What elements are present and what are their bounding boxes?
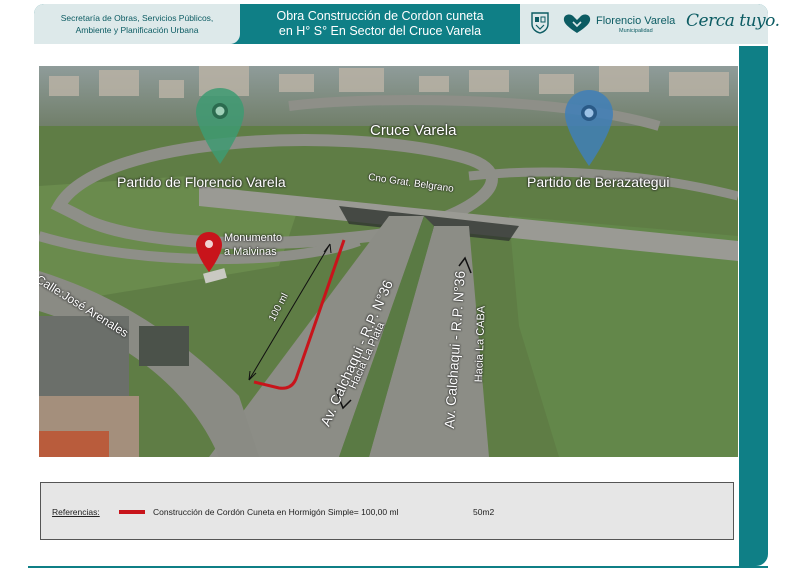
brand-subtitle: Municipalidad: [619, 28, 653, 34]
legend-swatch: [119, 510, 145, 514]
side-band: [739, 46, 768, 566]
references-description: Construcción de Cordón Cuneta en Hormigó…: [153, 507, 399, 517]
org-box: Secretaría de Obras, Servicios Públicos,…: [34, 4, 240, 44]
org-line-1: Secretaría de Obras, Servicios Públicos,: [60, 13, 214, 23]
bottom-rule: [28, 566, 768, 568]
org-line-2: Ambiente y Planificación Urbana: [75, 25, 199, 35]
title-line-1: Obra Construcción de Cordon cuneta: [276, 9, 484, 23]
label-partido-left: Partido de Florencio Varela: [117, 174, 286, 190]
heart-hands-icon: [563, 14, 591, 33]
label-monumento-2: a Malvinas: [224, 246, 277, 258]
label-monumento-1: Monumento: [224, 232, 283, 244]
references-area: 50m2: [473, 507, 495, 517]
label-partido-right: Partido de Berazategui: [527, 174, 670, 190]
title-line-2: en H° S° En Sector del Cruce Varela: [278, 24, 482, 38]
references-box: Referencias: Construcción de Cordón Cune…: [40, 482, 734, 540]
label-cruce: Cruce Varela: [370, 122, 457, 139]
brand-name: Florencio Varela: [596, 15, 676, 27]
aerial-map: Cruce Varela Partido de Florencio Varela…: [39, 66, 738, 457]
references-title: Referencias:: [52, 507, 100, 517]
slogan: Cerca tuyo.: [686, 11, 780, 31]
page-title: Obra Construcción de Cordon cuneta en H°…: [240, 4, 520, 44]
brand-box: Florencio Varela Municipalidad Cerca tuy…: [520, 4, 780, 44]
crest-icon: [531, 12, 549, 34]
